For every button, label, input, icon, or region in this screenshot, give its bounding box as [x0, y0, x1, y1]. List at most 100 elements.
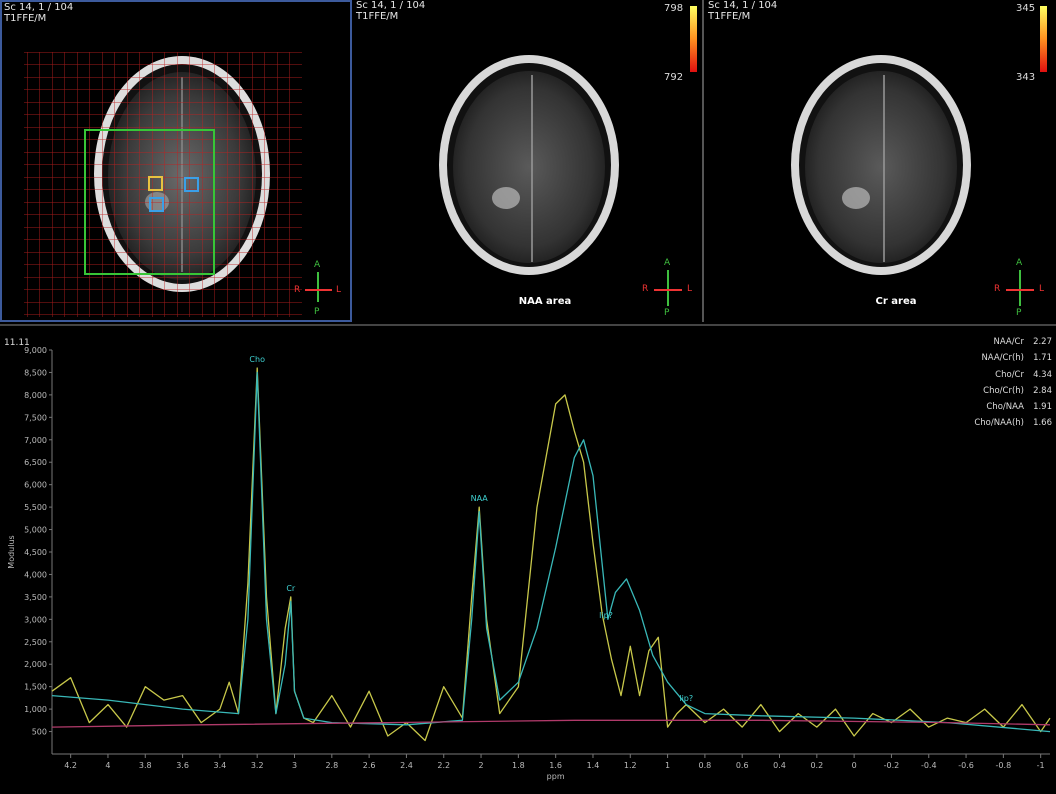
x-tick-label: -0.4	[921, 761, 937, 770]
colorbar	[1040, 6, 1047, 72]
orientation-right: R	[642, 284, 649, 294]
x-tick-label: 3	[292, 761, 297, 770]
x-tick-label: 3.4	[214, 761, 227, 770]
y-tick-label: 500	[32, 728, 47, 737]
viewport-cr-area[interactable]: Sc 14, 1 / 104 T1FFE/M 345 343 Cr area A …	[706, 0, 1056, 322]
series-info: Sc 14, 1 / 104	[708, 0, 778, 11]
y-tick-label: 4,000	[24, 570, 47, 579]
sequence-name: T1FFE/M	[4, 13, 47, 24]
series-info: Sc 14, 1 / 104	[356, 0, 426, 11]
x-tick-label: 2.8	[325, 761, 338, 770]
ratio-value: 4.34	[1033, 369, 1052, 380]
peak-label: lip?	[679, 694, 693, 703]
orientation-left: L	[1039, 284, 1045, 294]
spectrum-title: 11.11	[4, 338, 30, 348]
y-tick-label: 6,500	[24, 458, 47, 467]
y-tick-label: 1,000	[24, 705, 47, 714]
spectrum-chart[interactable]: 500 1,000 1,500 2,000 2,500 3,000 3,500 4,000 4,…	[0, 326, 1056, 794]
y-axis-label: Modulus	[7, 535, 16, 568]
ratio-value: 2.84	[1033, 385, 1052, 396]
series-info: Sc 14, 1 / 104	[4, 2, 74, 13]
ratio-row: Cho/Cr 4.34	[974, 367, 1052, 383]
colorbar-max: 798	[664, 3, 684, 14]
x-tick-label: 1.6	[549, 761, 562, 770]
viewport-header: Sc 14, 1 / 104 T1FFE/M	[356, 0, 425, 22]
orientation-cross	[1006, 270, 1034, 306]
y-tick-label: 7,000	[24, 436, 47, 445]
x-tick-label: 2	[478, 761, 483, 770]
orientation-cross	[654, 270, 682, 306]
ratio-value: 1.91	[1033, 402, 1052, 413]
x-tick-label: -0.8	[996, 761, 1012, 770]
y-tick-label: 5,500	[24, 503, 47, 512]
ratio-value: 1.66	[1033, 418, 1052, 429]
y-tick-label: 1,500	[24, 683, 47, 692]
viewport-header: Sc 14, 1 / 104 T1FFE/M	[708, 0, 777, 22]
ratio-row: Cho/Cr(h) 2.84	[974, 383, 1052, 399]
x-tick-label: 0.4	[773, 761, 786, 770]
orientation-right: R	[994, 284, 1001, 294]
orientation-anterior: A	[314, 260, 321, 270]
colorbar-min: 343	[1016, 72, 1036, 83]
x-tick-label: -1	[1037, 761, 1045, 770]
peak-label: lip?	[599, 611, 613, 620]
area-label: Cr area	[875, 296, 917, 307]
y-tick-label: 8,500	[24, 368, 47, 377]
viewport-localizer[interactable]: Sc 14, 1 / 104 T1FFE/M A P R L	[0, 0, 352, 322]
orientation-posterior: P	[664, 308, 670, 318]
x-axis-label: ppm	[547, 772, 565, 781]
y-tick-label: 8,000	[24, 391, 47, 400]
ratio-label: NAA/Cr	[993, 337, 1024, 347]
ratio-label: Cho/Cr	[995, 369, 1024, 380]
area-label: NAA area	[518, 296, 572, 307]
metabolite-ratios: NAA/Cr 2.27 NAA/Cr(h) 1.71 Cho/Cr 4.34 Cho/Cr(…	[974, 334, 1052, 432]
peak-label: NAA	[471, 494, 489, 503]
spectrum-panel[interactable]: 500 1,000 1,500 2,000 2,500 3,000 3,500 4,000 4,…	[0, 324, 1056, 794]
x-tick-label: 3.8	[139, 761, 152, 770]
colorbar	[690, 6, 697, 72]
x-tick-label: 1	[665, 761, 670, 770]
x-tick-label: 2.4	[400, 761, 413, 770]
y-tick-label: 2,500	[24, 638, 47, 647]
x-tick-label: 0.2	[810, 761, 823, 770]
x-tick-label: 3.6	[176, 761, 189, 770]
viewport-naa-area[interactable]: Sc 14, 1 / 104 T1FFE/M 798 792 NAA area A…	[354, 0, 704, 322]
y-tick-label: 2,000	[24, 660, 47, 669]
naa-map-image	[439, 6, 697, 306]
x-tick-label: 4	[105, 761, 110, 770]
orientation-left: L	[336, 285, 342, 295]
ratio-row: Cho/NAA 1.91	[974, 399, 1052, 415]
y-tick-label: 4,500	[24, 548, 47, 557]
sequence-name: T1FFE/M	[356, 11, 399, 22]
orientation-anterior: A	[664, 258, 671, 268]
y-tick-label: 6,000	[24, 481, 47, 490]
x-tick-label: -0.2	[884, 761, 900, 770]
ratio-row: NAA/Cr 2.27	[974, 334, 1052, 350]
orientation-right: R	[294, 285, 301, 295]
baseline-line	[51, 719, 1051, 728]
x-tick-label: 0.8	[699, 761, 712, 770]
x-tick-label: 4.2	[64, 761, 77, 770]
sequence-name: T1FFE/M	[708, 11, 751, 22]
colorbar-min: 792	[664, 72, 684, 83]
y-tick-label: 3,500	[24, 593, 47, 602]
ratio-row: NAA/Cr(h) 1.71	[974, 350, 1052, 366]
x-tick-label: 3.2	[251, 761, 264, 770]
orientation-posterior: P	[1016, 308, 1022, 318]
x-tick-label: 0	[852, 761, 857, 770]
x-tick-label: 1.8	[512, 761, 525, 770]
peak-label: Cho	[249, 355, 265, 364]
x-tick-label: 2.2	[437, 761, 450, 770]
viewport-header: Sc 14, 1 / 104 T1FFE/M	[4, 2, 73, 24]
y-tick-label: 5,000	[24, 526, 47, 535]
ratio-label: NAA/Cr(h)	[981, 353, 1024, 364]
ratio-value: 1.71	[1033, 353, 1052, 364]
ratio-label: Cho/NAA	[986, 402, 1024, 413]
orientation-left: L	[687, 284, 693, 294]
ratio-label: Cho/NAA(h)	[974, 418, 1024, 429]
orientation-posterior: P	[314, 307, 320, 317]
orientation-anterior: A	[1016, 258, 1023, 268]
peak-label: Cr	[286, 584, 296, 593]
colorbar-max: 345	[1016, 3, 1036, 14]
x-tick-label: 2.6	[363, 761, 376, 770]
